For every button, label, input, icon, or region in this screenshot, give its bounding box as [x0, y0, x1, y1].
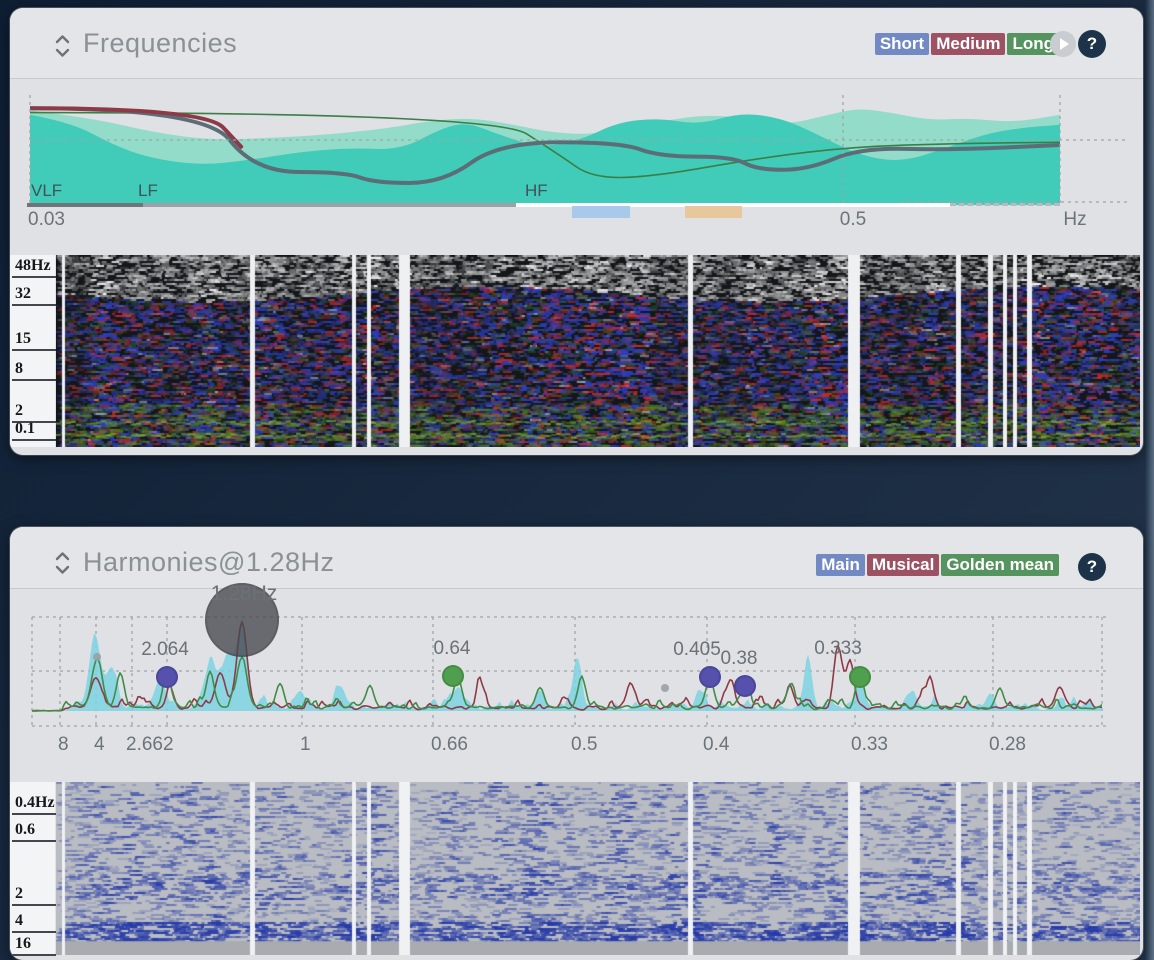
y-tick-8: 8 [12, 356, 56, 381]
y-tick-2: 2 [12, 881, 56, 906]
frequencies-spectrogram: 48Hz3215820.1 [10, 8, 1143, 455]
y-tick-15: 15 [12, 326, 56, 351]
harmonies-panel: Harmonies@1.28Hz MainMusicalGolden mean … [10, 527, 1143, 960]
y-tick-32: 32 [12, 281, 56, 306]
spectrogram-canvas [56, 255, 1140, 447]
y-tick-0.6: 0.6 [12, 817, 56, 842]
y-tick-0.4hz: 0.4Hz [12, 790, 56, 815]
y-tick-4: 4 [12, 908, 56, 933]
harmonies-spectrogram: 0.4Hz0.6 2416 [10, 527, 1143, 960]
y-tick-48hz: 48Hz [12, 253, 56, 278]
y-tick-16: 16 [12, 931, 56, 956]
frequencies-panel: Frequencies ShortMediumLong ? VLFLFHF0.0… [10, 8, 1143, 455]
spectrogram-canvas [56, 782, 1140, 955]
y-tick-0.1: 0.1 [12, 416, 56, 441]
